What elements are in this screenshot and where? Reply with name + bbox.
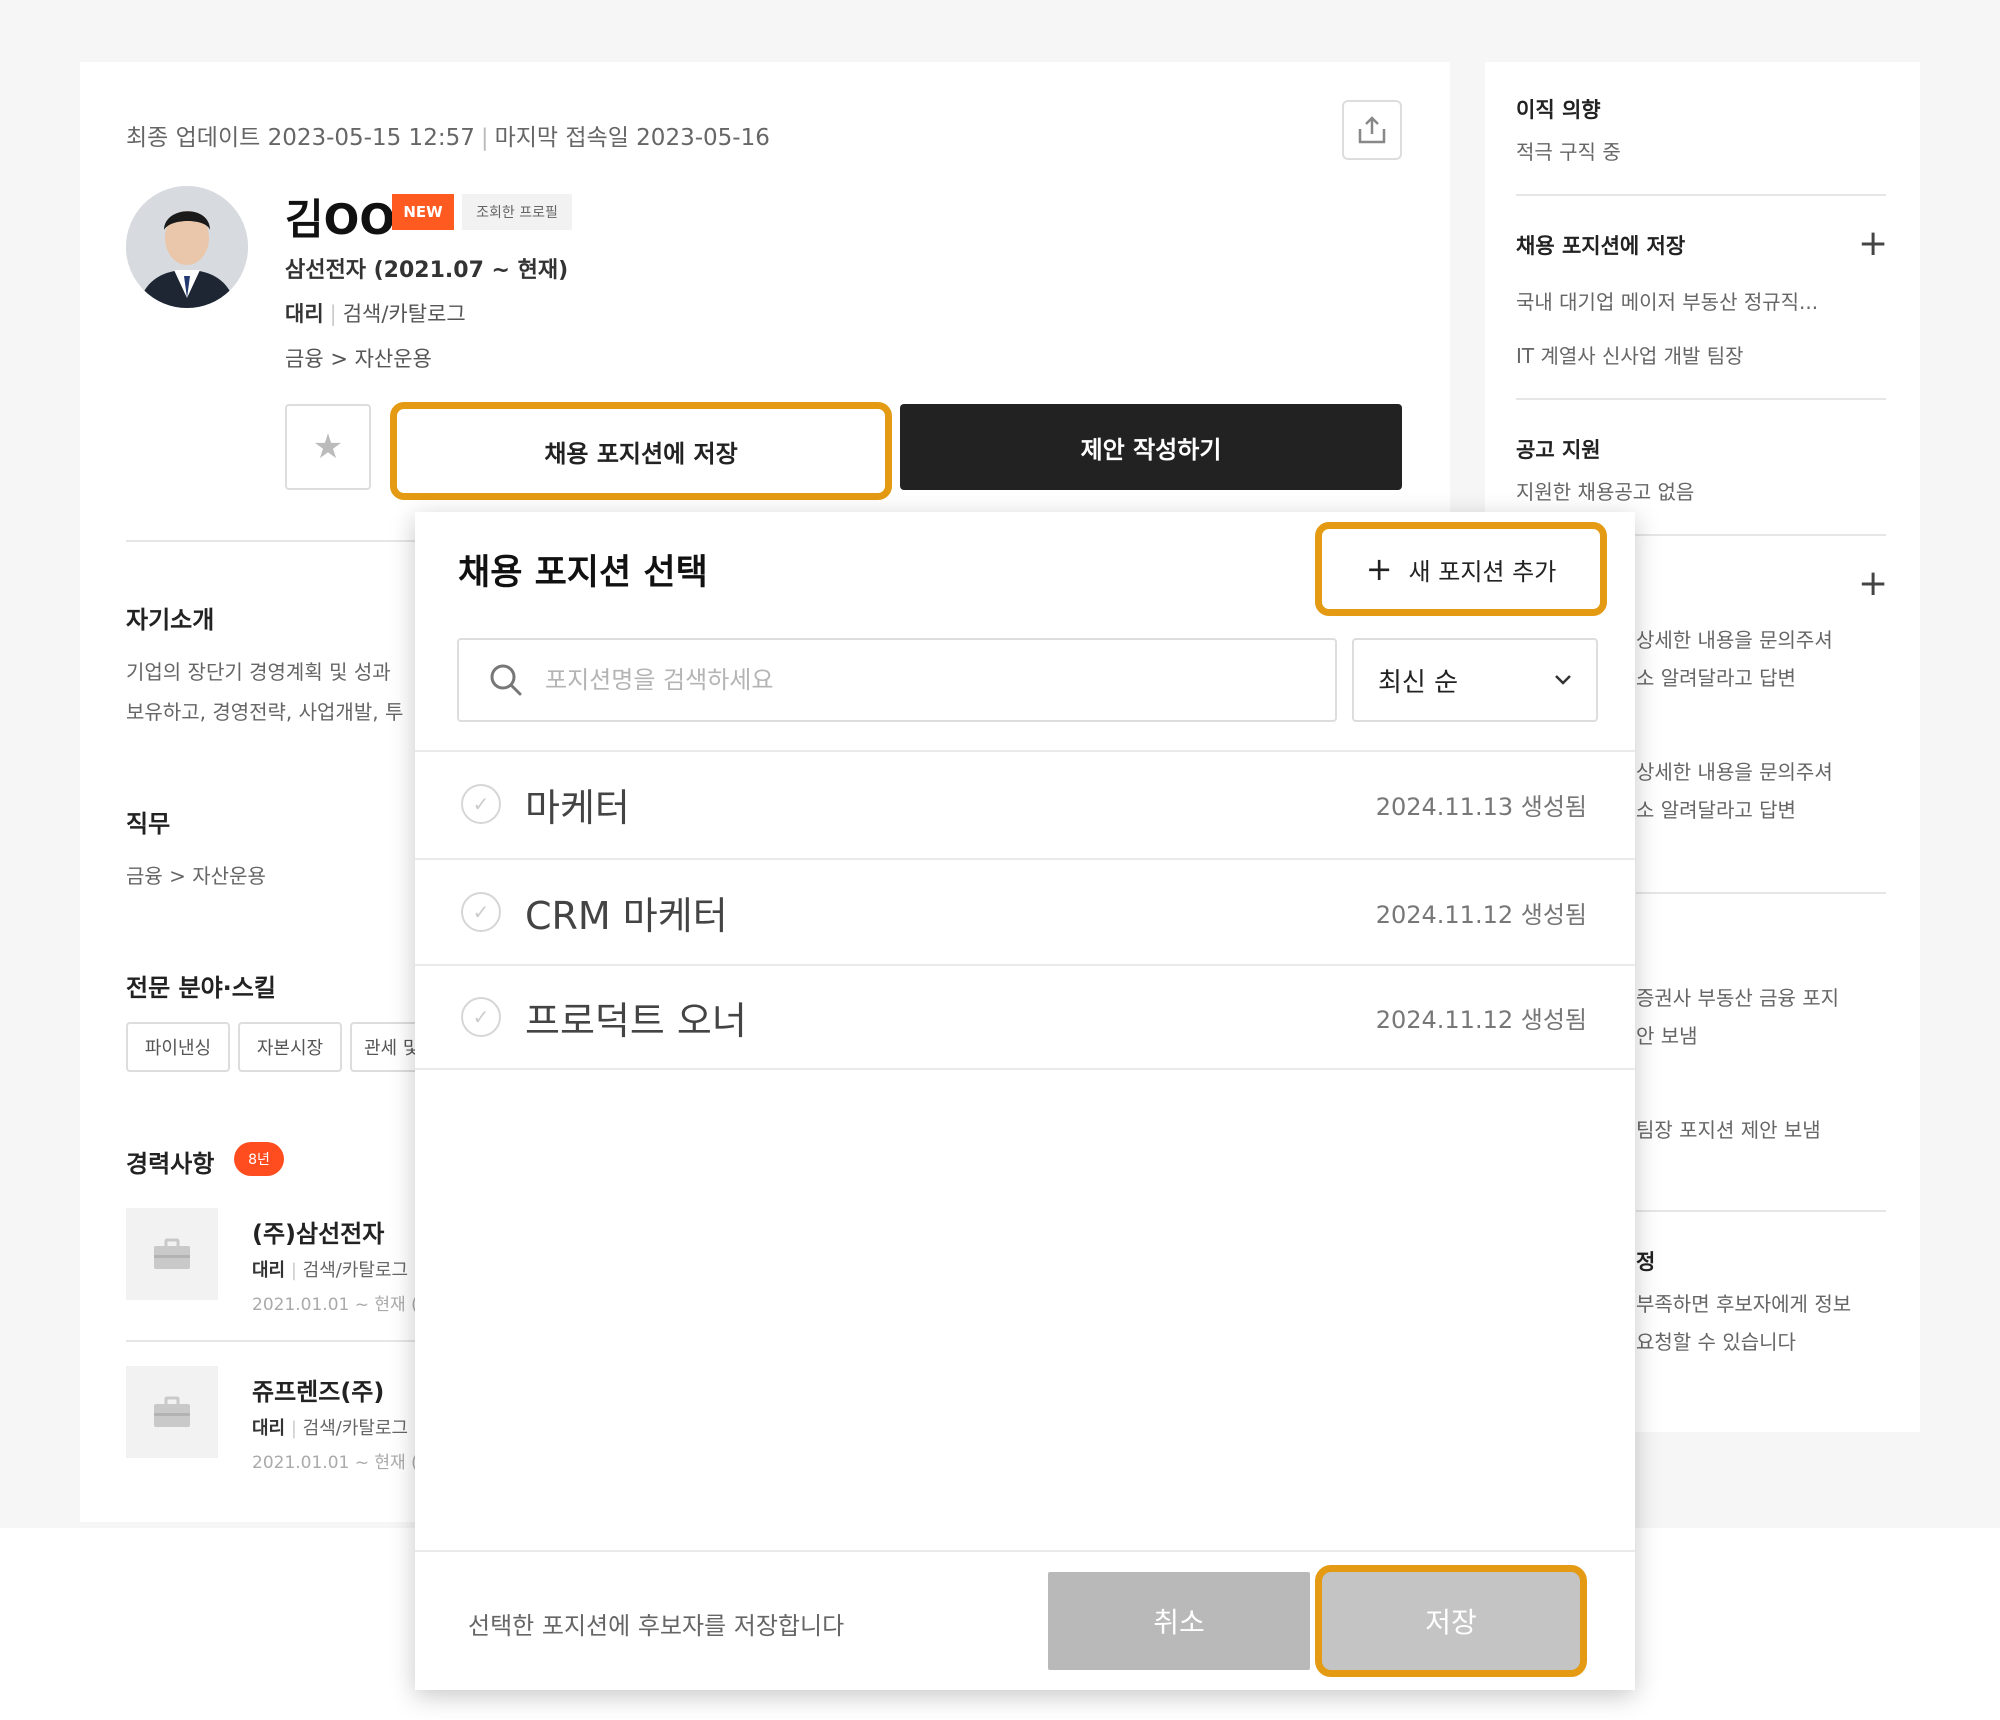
modal-footer-text: 선택한 포지션에 후보자를 저장합니다 bbox=[468, 1612, 845, 1640]
request-text: 부족하면 후보자에게 정보 bbox=[1636, 1292, 1852, 1316]
question-text: 소 알려달라고 답변 bbox=[1636, 666, 1796, 690]
apply-value: 지원한 채용공고 없음 bbox=[1516, 480, 1695, 504]
cancel-button[interactable]: 취소 bbox=[1048, 1572, 1310, 1670]
intro-text-2: 보유하고, 경영전략, 사업개발, 투 bbox=[126, 700, 404, 724]
candidate-name: 김OO bbox=[285, 195, 396, 244]
skill-tag: 자본시장 bbox=[238, 1022, 342, 1072]
meta-separator: | bbox=[480, 125, 489, 151]
new-badge: NEW bbox=[392, 194, 454, 230]
add-question-icon[interactable]: + bbox=[1858, 566, 1888, 602]
request-text: 요청할 수 있습니다 bbox=[1636, 1330, 1796, 1354]
modal-footer-divider bbox=[415, 1550, 1635, 1552]
saved-positions-title: 채용 포지션에 저장 bbox=[1516, 234, 1686, 258]
proposal-history-text: 팀장 포지션 제안 보냄 bbox=[1636, 1118, 1821, 1142]
experience-position: 대리 bbox=[252, 1418, 286, 1439]
share-button[interactable] bbox=[1342, 100, 1402, 160]
career-years-badge: 8년 bbox=[234, 1142, 284, 1176]
saved-position-item[interactable]: IT 계열사 신사업 개발 팀장 bbox=[1516, 340, 1744, 369]
divider bbox=[1516, 398, 1886, 400]
intent-title: 이직 의향 bbox=[1516, 98, 1601, 122]
intent-value: 적극 구직 중 bbox=[1516, 140, 1621, 164]
sort-select[interactable]: 최신 순 bbox=[1352, 638, 1598, 722]
question-text: 상세한 내용을 문의주셔 bbox=[1636, 760, 1833, 784]
role-line: 대리 | 검색/카탈로그 bbox=[285, 298, 466, 328]
position-created-date: 2024.11.12 생성됨 bbox=[1375, 900, 1587, 929]
save-button[interactable]: 저장 bbox=[1315, 1565, 1587, 1677]
check-circle-icon[interactable]: ✓ bbox=[461, 997, 501, 1037]
apply-title: 공고 지원 bbox=[1516, 438, 1601, 462]
position-row[interactable]: ✓ 프로덕트 오너 2024.11.12 생성됨 bbox=[415, 964, 1635, 1070]
search-field[interactable] bbox=[457, 638, 1337, 722]
star-icon: ★ bbox=[312, 427, 344, 467]
experience-department: 검색/카탈로그 bbox=[302, 1260, 409, 1281]
position-created-date: 2024.11.12 생성됨 bbox=[1375, 1005, 1587, 1034]
intro-title: 자기소개 bbox=[126, 606, 215, 634]
job-field: 금융 > 자산운용 bbox=[285, 347, 432, 371]
position-name: 프로덕트 오너 bbox=[525, 998, 747, 1043]
divider bbox=[1636, 892, 1886, 894]
add-new-position-label: 새 포지션 추가 bbox=[1408, 557, 1557, 586]
avatar bbox=[126, 186, 248, 308]
divider bbox=[1516, 194, 1886, 196]
position-name: CRM 마케터 bbox=[525, 893, 728, 938]
add-new-position-button[interactable]: + 새 포지션 추가 bbox=[1315, 522, 1607, 616]
experience-role: 대리 | 검색/카탈로그 bbox=[252, 1256, 408, 1282]
saved-position-item[interactable]: 국내 대기업 메이저 부동산 정규직... bbox=[1516, 286, 1818, 315]
sort-value: 최신 순 bbox=[1378, 667, 1459, 698]
experience-position: 대리 bbox=[252, 1260, 286, 1281]
skills-title: 전문 분야·스킬 bbox=[126, 974, 276, 1002]
chevron-down-icon bbox=[1555, 675, 1571, 685]
job-value: 금융 > 자산운용 bbox=[126, 864, 266, 888]
proposal-history-text: 증권사 부동산 금융 포지 bbox=[1636, 986, 1840, 1010]
last-login: 마지막 접속일 2023-05-16 bbox=[494, 125, 770, 151]
plus-icon: + bbox=[1365, 550, 1393, 588]
divider bbox=[126, 1340, 416, 1342]
search-icon bbox=[490, 664, 522, 696]
request-title: 정 bbox=[1636, 1250, 1656, 1274]
share-icon bbox=[1358, 116, 1386, 144]
skill-tag: 파이낸싱 bbox=[126, 1022, 230, 1072]
position-created-date: 2024.11.13 생성됨 bbox=[1375, 792, 1587, 821]
write-proposal-button[interactable]: 제안 작성하기 bbox=[900, 404, 1402, 490]
position-label: 대리 bbox=[285, 302, 324, 326]
search-input[interactable] bbox=[545, 666, 1305, 694]
proposal-history-text: 안 보냄 bbox=[1636, 1024, 1698, 1048]
divider bbox=[126, 540, 416, 542]
modal-title: 채용 포지션 선택 bbox=[458, 553, 708, 593]
role-separator: | bbox=[290, 1418, 297, 1439]
job-title: 직무 bbox=[126, 810, 171, 838]
viewed-badge: 조회한 프로필 bbox=[462, 194, 572, 230]
department-label: 검색/카탈로그 bbox=[342, 302, 466, 326]
role-separator: | bbox=[329, 302, 337, 326]
experience-department: 검색/카탈로그 bbox=[302, 1418, 409, 1439]
experience-company: (주)삼선전자 bbox=[252, 1220, 385, 1248]
question-text: 상세한 내용을 문의주셔 bbox=[1636, 628, 1833, 652]
briefcase-icon bbox=[154, 1238, 190, 1269]
career-title: 경력사항 bbox=[126, 1150, 215, 1178]
check-circle-icon[interactable]: ✓ bbox=[461, 784, 501, 824]
current-company: 삼선전자 (2021.07 ~ 현재) bbox=[285, 258, 569, 283]
update-info: 최종 업데이트 2023-05-15 12:57 | 마지막 접속일 2023-05… bbox=[126, 118, 770, 152]
company-logo bbox=[126, 1366, 218, 1458]
last-update: 최종 업데이트 2023-05-15 12:57 bbox=[126, 125, 475, 151]
experience-date: 2021.01.01 ~ 현재 ( bbox=[252, 1453, 418, 1473]
experience-role: 대리 | 검색/카탈로그 bbox=[252, 1414, 408, 1440]
save-to-position-button[interactable]: 채용 포지션에 저장 bbox=[390, 402, 892, 500]
experience-company: 쥬프렌즈(주) bbox=[252, 1378, 385, 1406]
favorite-button[interactable]: ★ bbox=[285, 404, 371, 490]
experience-date: 2021.01.01 ~ 현재 ( bbox=[252, 1295, 418, 1315]
question-text: 소 알려달라고 답변 bbox=[1636, 798, 1796, 822]
briefcase-icon bbox=[154, 1396, 190, 1427]
intro-text-1: 기업의 장단기 경영계획 및 성과 bbox=[126, 660, 391, 684]
check-circle-icon[interactable]: ✓ bbox=[461, 892, 501, 932]
divider bbox=[1636, 1210, 1886, 1212]
role-separator: | bbox=[290, 1260, 297, 1281]
position-name: 마케터 bbox=[525, 785, 630, 830]
position-row[interactable]: ✓ CRM 마케터 2024.11.12 생성됨 bbox=[415, 858, 1635, 964]
company-logo bbox=[126, 1208, 218, 1300]
position-row[interactable]: ✓ 마케터 2024.11.13 생성됨 bbox=[415, 750, 1635, 856]
add-saved-position-icon[interactable]: + bbox=[1858, 226, 1888, 262]
